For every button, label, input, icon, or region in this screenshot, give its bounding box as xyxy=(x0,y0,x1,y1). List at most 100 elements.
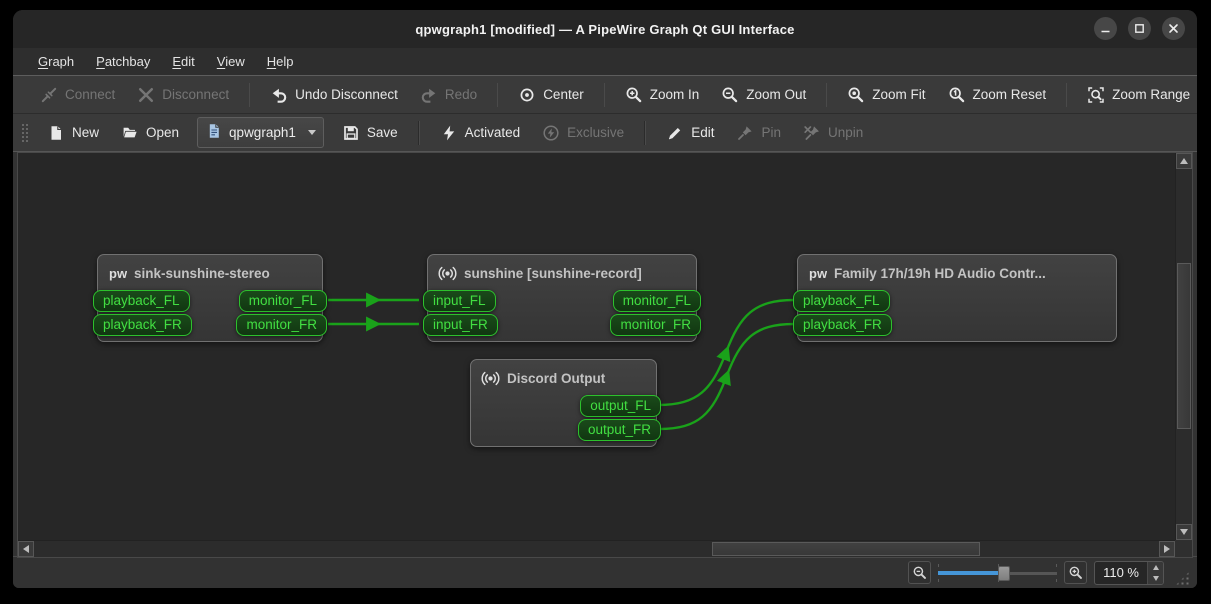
title-bar[interactable]: qpwgraph1 [modified] — A PipeWire Graph … xyxy=(13,10,1197,48)
toolbar-button-label: Zoom Fit xyxy=(872,87,926,102)
zoom-spinbox[interactable]: 110 % xyxy=(1094,560,1164,585)
activated-button[interactable]: Activated xyxy=(430,118,531,148)
main-area: pw sink-sunshine-stereo playback_FL playbac… xyxy=(13,152,1197,558)
node-title-bar[interactable]: Discord Output xyxy=(471,360,656,394)
toolbar-button-label: Redo xyxy=(444,87,478,102)
unpin-icon xyxy=(803,124,821,142)
toolbar-button-label: Undo Disconnect xyxy=(295,87,398,102)
minimize-icon xyxy=(1101,30,1110,33)
port-monitor_FR[interactable]: monitor_FR xyxy=(236,314,327,336)
zoom-in-button[interactable]: Zoom In xyxy=(615,80,710,110)
port-playback_FR[interactable]: playback_FR xyxy=(793,314,892,336)
port-input_FL[interactable]: input_FL xyxy=(423,290,496,312)
stream-icon xyxy=(438,264,457,283)
spin-up-button[interactable] xyxy=(1148,562,1163,573)
port-output_FR[interactable]: output_FR xyxy=(577,419,661,441)
save-button[interactable]: Save xyxy=(332,118,408,148)
menu-patchbay[interactable]: Patchbay xyxy=(85,50,161,73)
unpin-button[interactable]: Unpin xyxy=(793,118,873,148)
node-title-bar[interactable]: pw Family 17h/19h HD Audio Contr... xyxy=(798,255,1116,289)
patchbay-selector-value: qpwgraph1 xyxy=(229,125,296,140)
spin-down-button[interactable] xyxy=(1148,573,1163,584)
h-scrollbar-thumb[interactable] xyxy=(712,542,980,556)
triangle-down-icon xyxy=(1180,529,1188,535)
scroll-down-button[interactable] xyxy=(1176,524,1192,540)
node-sink-sunshine-stereo[interactable]: pw sink-sunshine-stereo playback_FL playbac… xyxy=(93,254,327,342)
redo-button[interactable]: Redo xyxy=(410,80,487,110)
scroll-up-button[interactable] xyxy=(1176,153,1192,169)
toolbar-button-label: Zoom Range xyxy=(1112,87,1191,102)
port-playback_FL[interactable]: playback_FL xyxy=(93,290,190,312)
node-family-hd-audio[interactable]: pw Family 17h/19h HD Audio Contr... playba… xyxy=(793,254,1117,342)
zoom-out-icon xyxy=(913,566,926,579)
center-icon xyxy=(518,86,536,104)
node-title-bar[interactable]: sunshine [sunshine-record] xyxy=(428,255,696,289)
node-sunshine[interactable]: sunshine [sunshine-record] input_FL input_… xyxy=(423,254,701,342)
zoom-value[interactable]: 110 % xyxy=(1095,562,1147,584)
resize-grip[interactable] xyxy=(1175,571,1190,586)
scroll-left-button[interactable] xyxy=(18,541,34,557)
patchbay-selector[interactable]: qpwgraph1 xyxy=(197,117,324,148)
port-playback_FL[interactable]: playback_FL xyxy=(793,290,890,312)
minimize-button[interactable] xyxy=(1094,17,1117,40)
disconnect-button[interactable]: Disconnect xyxy=(127,80,239,110)
exclusive-button[interactable]: Exclusive xyxy=(532,118,634,148)
pipewire-icon: pw xyxy=(808,264,827,283)
menu-help[interactable]: Help xyxy=(256,50,305,73)
toolbar-button-label: Connect xyxy=(65,87,116,102)
zoom-out-button[interactable] xyxy=(908,561,932,584)
toolbar-button-label: Pin xyxy=(761,125,781,140)
zoom-out-button[interactable]: Zoom Out xyxy=(711,80,816,110)
node-title-bar[interactable]: pw sink-sunshine-stereo xyxy=(98,255,322,289)
connect-button[interactable]: Connect xyxy=(30,80,125,110)
connect-icon xyxy=(40,86,58,104)
edit-button[interactable]: Edit xyxy=(656,118,724,148)
h-scrollbar[interactable] xyxy=(18,540,1175,557)
close-icon xyxy=(1169,24,1178,33)
toolbar-button-label: Edit xyxy=(691,125,715,140)
toolbar-drag-handle[interactable] xyxy=(21,121,28,144)
graph-canvas[interactable]: pw sink-sunshine-stereo playback_FL playbac… xyxy=(18,153,1175,540)
wires-svg xyxy=(328,292,795,431)
stream-icon xyxy=(481,369,500,388)
undo-disconnect-button[interactable]: Undo Disconnect xyxy=(260,80,408,110)
menu-edit[interactable]: Edit xyxy=(161,50,205,73)
zoom-slider[interactable] xyxy=(938,563,1058,582)
port-monitor_FL[interactable]: monitor_FL xyxy=(612,290,701,312)
zoom-fit-button[interactable]: Zoom Fit xyxy=(837,80,935,110)
zoom-range-button[interactable]: Zoom Range xyxy=(1077,80,1197,110)
zoom-fit-icon xyxy=(847,86,865,104)
toolbar-graph: Connect Disconnect Undo Disconnect Redo Cent… xyxy=(13,76,1197,114)
edit-icon xyxy=(666,124,684,142)
port-playback_FR[interactable]: playback_FR xyxy=(93,314,192,336)
open-button[interactable]: Open xyxy=(111,118,189,148)
zoom-in-icon xyxy=(625,86,643,104)
close-button[interactable] xyxy=(1162,17,1185,40)
menu-graph[interactable]: Graph xyxy=(27,50,85,73)
port-monitor_FR[interactable]: monitor_FR xyxy=(610,314,701,336)
scroll-right-button[interactable] xyxy=(1159,541,1175,557)
zoom-out-icon xyxy=(721,86,739,104)
port-output_FL[interactable]: output_FL xyxy=(580,395,661,417)
v-scrollbar-thumb[interactable] xyxy=(1177,263,1191,429)
node-discord-output[interactable]: Discord Output output_FL output_FR xyxy=(470,359,661,447)
toolbar-button-label: Disconnect xyxy=(162,87,230,102)
toolbar-button-label: New xyxy=(72,125,100,140)
toolbar-button-label: Activated xyxy=(464,125,521,140)
open-folder-icon xyxy=(121,124,139,142)
maximize-button[interactable] xyxy=(1128,17,1151,40)
port-monitor_FL[interactable]: monitor_FL xyxy=(238,290,327,312)
pin-button[interactable]: Pin xyxy=(726,118,791,148)
zoom-in-button[interactable] xyxy=(1064,561,1088,584)
center-button[interactable]: Center xyxy=(508,80,594,110)
node-title: sunshine [sunshine-record] xyxy=(464,265,642,281)
zoom-reset-button[interactable]: Zoom Reset xyxy=(938,80,1057,110)
v-scrollbar[interactable] xyxy=(1175,153,1192,540)
node-title: sink-sunshine-stereo xyxy=(134,265,270,281)
menu-view[interactable]: View xyxy=(206,50,256,73)
new-button[interactable]: New xyxy=(37,118,109,148)
port-input_FR[interactable]: input_FR xyxy=(423,314,498,336)
node-title: Family 17h/19h HD Audio Contr... xyxy=(834,265,1046,281)
toolbar-button-label: Unpin xyxy=(827,125,864,140)
zoom-slider-handle[interactable] xyxy=(997,565,1010,581)
